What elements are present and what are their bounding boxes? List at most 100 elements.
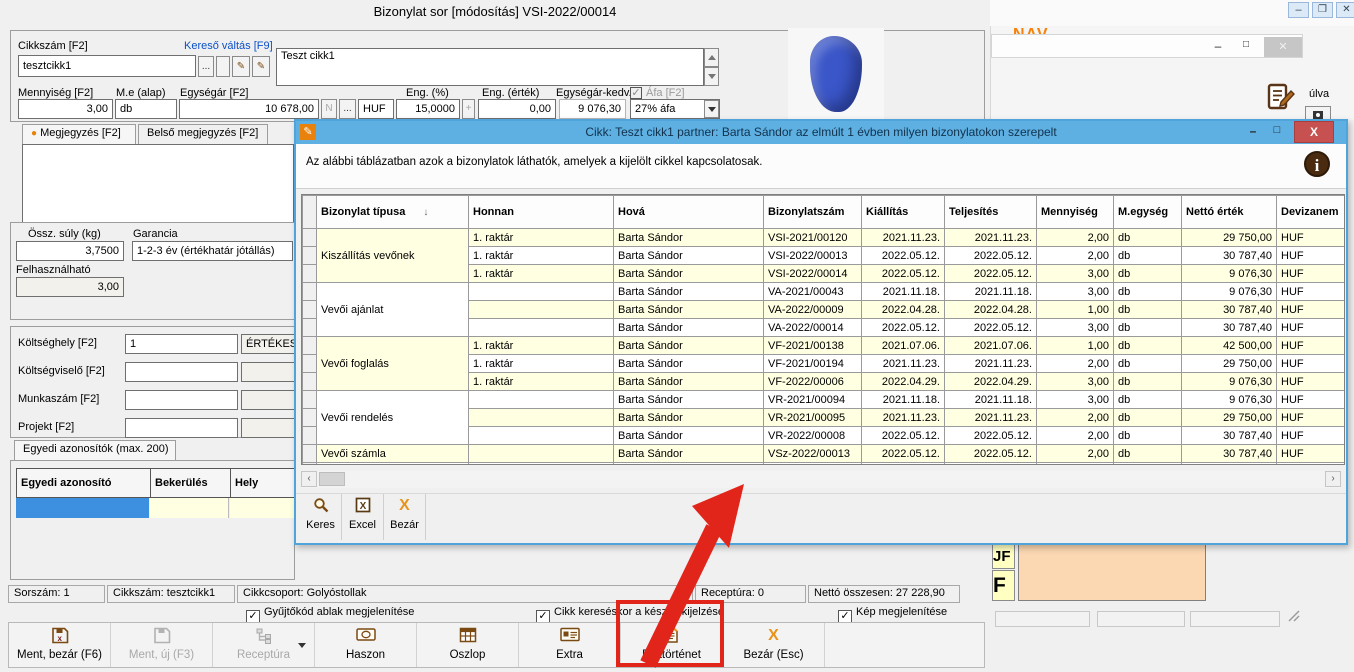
cell-teljesites[interactable]: 2022.04.28.: [945, 301, 1037, 319]
cell-teljesites[interactable]: 2021.07.06.: [945, 337, 1037, 355]
app-close-button[interactable]: ✕: [1336, 2, 1354, 18]
eng-ertek-input[interactable]: 0,00: [478, 99, 556, 119]
cell-mennyiseg[interactable]: 3,00: [1037, 283, 1114, 301]
app-minimize-button[interactable]: –: [1288, 2, 1309, 18]
cell-teljesites[interactable]: 2022.04.29.: [945, 373, 1037, 391]
group-cell[interactable]: Kiszállítás vevőnek: [317, 229, 469, 283]
cell-hova[interactable]: Barta Sándor: [614, 283, 764, 301]
cell-devizanem[interactable]: HUF: [1277, 409, 1346, 427]
cell-hova[interactable]: Barta Sándor: [614, 337, 764, 355]
cell-bizonylatszam[interactable]: VF-2021/00194: [764, 355, 862, 373]
cell-honnan[interactable]: [469, 319, 614, 337]
cell-honnan[interactable]: 1. raktár: [469, 265, 614, 283]
unique-col-header[interactable]: Bekerülés: [155, 477, 208, 489]
cell-megyseg[interactable]: db: [1114, 337, 1182, 355]
cell-devizanem[interactable]: HUF: [1277, 463, 1346, 466]
column-header[interactable]: Nettó érték: [1182, 196, 1277, 229]
cell-netto[interactable]: 29 750,00: [1182, 355, 1277, 373]
cell-kiallitas[interactable]: 2021.11.23.: [862, 229, 945, 247]
cell-bizonylatszam[interactable]: VSz5-2022/00001: [764, 463, 862, 466]
row-selector[interactable]: [303, 229, 317, 247]
info-icon[interactable]: i: [1304, 151, 1330, 177]
cell-netto[interactable]: 30 787,40: [1182, 301, 1277, 319]
n-button[interactable]: N: [321, 99, 337, 119]
cell-devizanem[interactable]: HUF: [1277, 229, 1346, 247]
column-header[interactable]: Devizanem: [1277, 196, 1346, 229]
garancia-input[interactable]: 1-2-3 év (értékhatár jótállás): [132, 241, 293, 261]
extra-button[interactable]: Extra: [519, 623, 621, 667]
cell-megyseg[interactable]: db: [1114, 409, 1182, 427]
cell-netto[interactable]: 9 076,30: [1182, 265, 1277, 283]
cell-teljesites[interactable]: 2022.05.12.: [945, 265, 1037, 283]
column-header[interactable]: Bizonylat típusa↓: [317, 196, 469, 229]
cell-megyseg[interactable]: db: [1114, 427, 1182, 445]
cell-kiallitas[interactable]: 2022.04.11.: [862, 463, 945, 466]
cell-teljesites[interactable]: 2021.11.23.: [945, 229, 1037, 247]
cell-devizanem[interactable]: HUF: [1277, 247, 1346, 265]
cell-bizonylatszam[interactable]: VA-2021/00043: [764, 283, 862, 301]
cell-teljesites[interactable]: 2022.04.11.: [945, 463, 1037, 466]
cell-mennyiseg[interactable]: 2,00: [1037, 229, 1114, 247]
table-row[interactable]: Vevői számlaBarta SándorVSz-2022/0001320…: [303, 445, 1346, 463]
row-selector[interactable]: [303, 445, 317, 463]
cikkszam-input[interactable]: tesztcikk1: [18, 55, 196, 77]
cell-megyseg[interactable]: db: [1114, 265, 1182, 283]
cell-mennyiseg[interactable]: 2,00: [1037, 409, 1114, 427]
group-cell[interactable]: Vevői foglalás: [317, 337, 469, 391]
cell-megyseg[interactable]: db: [1114, 463, 1182, 466]
cell-netto[interactable]: 30 787,40: [1182, 319, 1277, 337]
cell-bizonylatszam[interactable]: VR-2022/00008: [764, 427, 862, 445]
cell-megyseg[interactable]: db: [1114, 319, 1182, 337]
cell-megyseg[interactable]: db: [1114, 247, 1182, 265]
spin-up-button[interactable]: [704, 48, 719, 67]
column-header[interactable]: Mennyiség: [1037, 196, 1114, 229]
table-row[interactable]: Vevői ajánlatBarta SándorVA-2021/0004320…: [303, 283, 1346, 301]
cell-hova[interactable]: Barta Sándor: [614, 265, 764, 283]
cell-netto[interactable]: 29 750,00: [1182, 229, 1277, 247]
group-cell[interactable]: Vevői rendelés: [317, 391, 469, 445]
cell-bizonylatszam[interactable]: VR-2021/00095: [764, 409, 862, 427]
cell-megyseg[interactable]: db: [1114, 301, 1182, 319]
cell-bizonylatszam[interactable]: VR-2021/00094: [764, 391, 862, 409]
afa-dropdown-icon[interactable]: [704, 100, 719, 118]
cell-mennyiseg[interactable]: 3,00: [1037, 265, 1114, 283]
cell-honnan[interactable]: [469, 445, 614, 463]
tab-egyedi-azonositok[interactable]: Egyedi azonosítók (max. 200): [14, 440, 176, 460]
egysegar-browse-button[interactable]: ...: [339, 99, 356, 119]
cell-bizonylatszam[interactable]: VSI-2022/00013: [764, 247, 862, 265]
cell-kiallitas[interactable]: 2022.05.12.: [862, 445, 945, 463]
row-selector[interactable]: [303, 463, 317, 466]
cell-kiallitas[interactable]: 2022.04.29.: [862, 373, 945, 391]
row-selector[interactable]: [303, 373, 317, 391]
cell-kiallitas[interactable]: 2021.11.18.: [862, 391, 945, 409]
egysegar-input[interactable]: 10 678,00: [179, 99, 319, 119]
cell-mennyiseg[interactable]: 2,00: [1037, 355, 1114, 373]
cell-megyseg[interactable]: db: [1114, 283, 1182, 301]
cell-hova[interactable]: Barta Sándor: [614, 409, 764, 427]
unique-id-cell[interactable]: [230, 498, 294, 518]
cell-megyseg[interactable]: db: [1114, 229, 1182, 247]
cell-kiallitas[interactable]: 2021.07.06.: [862, 337, 945, 355]
cell-honnan[interactable]: [469, 463, 614, 466]
cell-honnan[interactable]: 1. raktár: [469, 373, 614, 391]
cell-mennyiseg[interactable]: 2,00: [1037, 445, 1114, 463]
cell-teljesites[interactable]: 2021.11.23.: [945, 355, 1037, 373]
cell-devizanem[interactable]: HUF: [1277, 337, 1346, 355]
scroll-right-icon[interactable]: ›: [1325, 471, 1341, 487]
cell-netto[interactable]: 30 787,40: [1182, 247, 1277, 265]
cell-mennyiseg[interactable]: 3,00: [1037, 319, 1114, 337]
cell-hova[interactable]: Barta Sándor: [614, 427, 764, 445]
cell-netto[interactable]: 28 779,53: [1182, 463, 1277, 466]
item-name-input[interactable]: Teszt cikk1: [276, 48, 704, 86]
scroll-thumb[interactable]: [319, 472, 345, 486]
cell-devizanem[interactable]: HUF: [1277, 427, 1346, 445]
cell-hova[interactable]: Barta Sándor: [614, 373, 764, 391]
unique-col-header[interactable]: Egyedi azonosító: [21, 477, 111, 489]
cell-hova[interactable]: Barta Sándor: [614, 445, 764, 463]
cell-netto[interactable]: 29 750,00: [1182, 409, 1277, 427]
cell-hova[interactable]: Barta Sándor: [614, 247, 764, 265]
cell-devizanem[interactable]: HUF: [1277, 265, 1346, 283]
cell-devizanem[interactable]: HUF: [1277, 319, 1346, 337]
row-selector[interactable]: [303, 337, 317, 355]
cell-mennyiseg[interactable]: 2,00: [1037, 463, 1114, 466]
